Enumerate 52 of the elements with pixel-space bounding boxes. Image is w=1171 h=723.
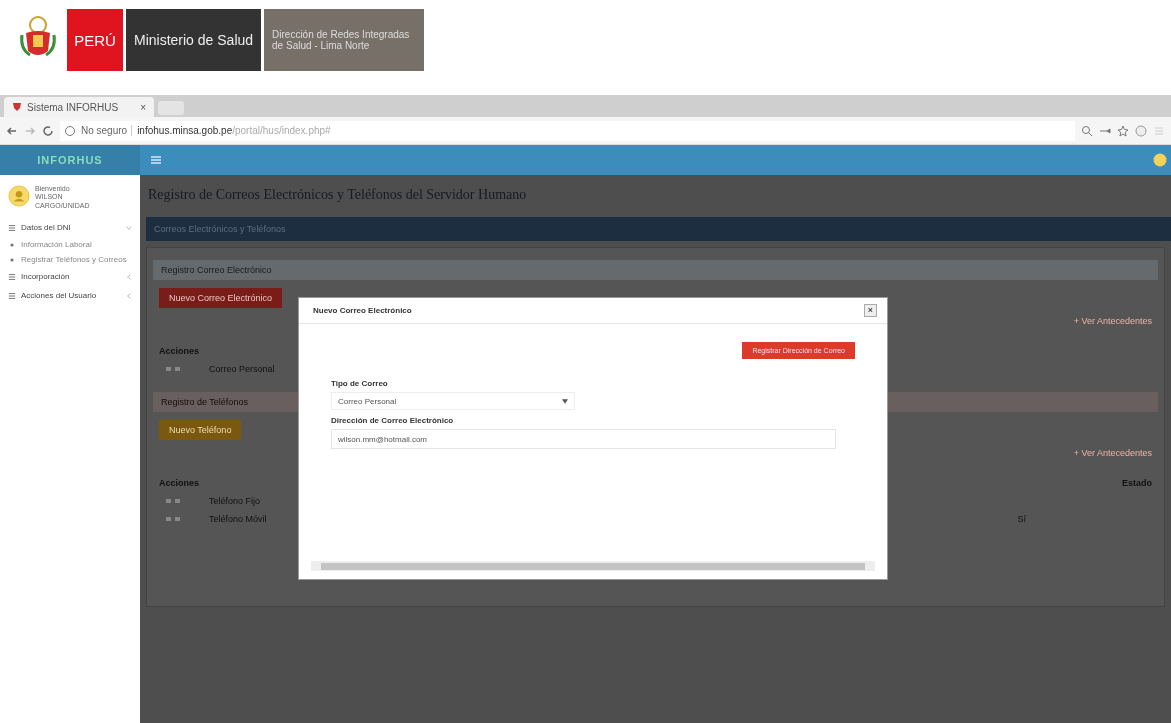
- security-label: No seguro: [81, 125, 133, 136]
- column-header: Acciones: [159, 346, 200, 356]
- column-header: Estado: [1122, 478, 1152, 488]
- profile-icon[interactable]: [1135, 124, 1147, 137]
- add-button[interactable]: Nuevo Correo Electrónico: [159, 288, 283, 308]
- reload-icon[interactable]: [42, 124, 54, 137]
- sidebar-item[interactable]: Datos del DNI: [0, 218, 140, 238]
- info-icon: [64, 124, 76, 137]
- list-icon: [8, 291, 16, 300]
- column-header: Acciones: [159, 478, 200, 488]
- list-icon: [8, 272, 16, 281]
- history-link[interactable]: + Ver Antecedentes: [1073, 448, 1152, 458]
- table-cell: Teléfono Fijo: [209, 496, 261, 506]
- table-cell: Teléfono Móvil: [209, 514, 267, 524]
- ministry-label: Ministerio de Salud: [126, 9, 262, 71]
- forward-icon[interactable]: [24, 124, 36, 137]
- user-avatar-icon[interactable]: [1153, 153, 1167, 167]
- user-avatar-icon: [8, 185, 30, 207]
- address-field[interactable]: No seguro infohus.minsa.gob.pe/portal/hus/index.php#: [60, 120, 1075, 141]
- url-text: infohus.minsa.gob.pe/portal/hus/index.php#: [137, 125, 331, 136]
- email-type-dropdown[interactable]: Correo Personal: [331, 392, 575, 410]
- browser-tab[interactable]: Sistema INFORHUS ×: [4, 97, 154, 117]
- menu-toggle-icon[interactable]: [150, 156, 162, 164]
- country-label: PERÚ: [67, 9, 123, 71]
- field-label: Tipo de Correo: [331, 379, 388, 388]
- sidebar-label: Información Laboral: [21, 240, 92, 250]
- history-link[interactable]: + Ver Antecedentes: [1073, 316, 1152, 326]
- search-icon[interactable]: [1081, 124, 1093, 137]
- sidebar-item[interactable]: Información Laboral: [0, 237, 140, 253]
- sidebar-item[interactable]: Registrar Teléfonos y Correos: [0, 252, 140, 268]
- star-icon[interactable]: [1117, 124, 1129, 137]
- email-input-field[interactable]: wilson.mm@hotmail.com: [331, 429, 836, 449]
- sidebar-item[interactable]: Incorporación: [0, 267, 140, 287]
- table-cell: Correo Personal: [209, 364, 275, 374]
- shield-icon: [12, 102, 22, 112]
- field-label: Dirección de Correo Electrónico: [331, 416, 454, 425]
- sidebar-label: Acciones del Usuario: [21, 291, 97, 301]
- back-icon[interactable]: [6, 124, 18, 137]
- office-label: Dirección de Redes Integradas de Salud - Lima Norte: [264, 9, 425, 71]
- modal-title: Nuevo Correo Electrónico: [313, 306, 412, 315]
- panel-header: Registro Correo Electrónico: [153, 260, 1158, 280]
- horizontal-scrollbar[interactable]: [311, 561, 875, 571]
- sidebar-label: Registrar Teléfonos y Correos: [21, 255, 127, 265]
- sidebar-label: Incorporación: [21, 272, 70, 282]
- add-button[interactable]: Nuevo Teléfono: [159, 420, 242, 440]
- tab-close-button[interactable]: ×: [140, 101, 146, 113]
- caret-icon: [562, 398, 568, 404]
- tab-title: Sistema INFORHUS: [27, 101, 119, 113]
- list-icon: [8, 223, 16, 232]
- close-button[interactable]: ×: [863, 304, 877, 317]
- sidebar-item[interactable]: Acciones del Usuario: [0, 286, 140, 306]
- sidebar-label: Datos del DNI: [21, 223, 71, 233]
